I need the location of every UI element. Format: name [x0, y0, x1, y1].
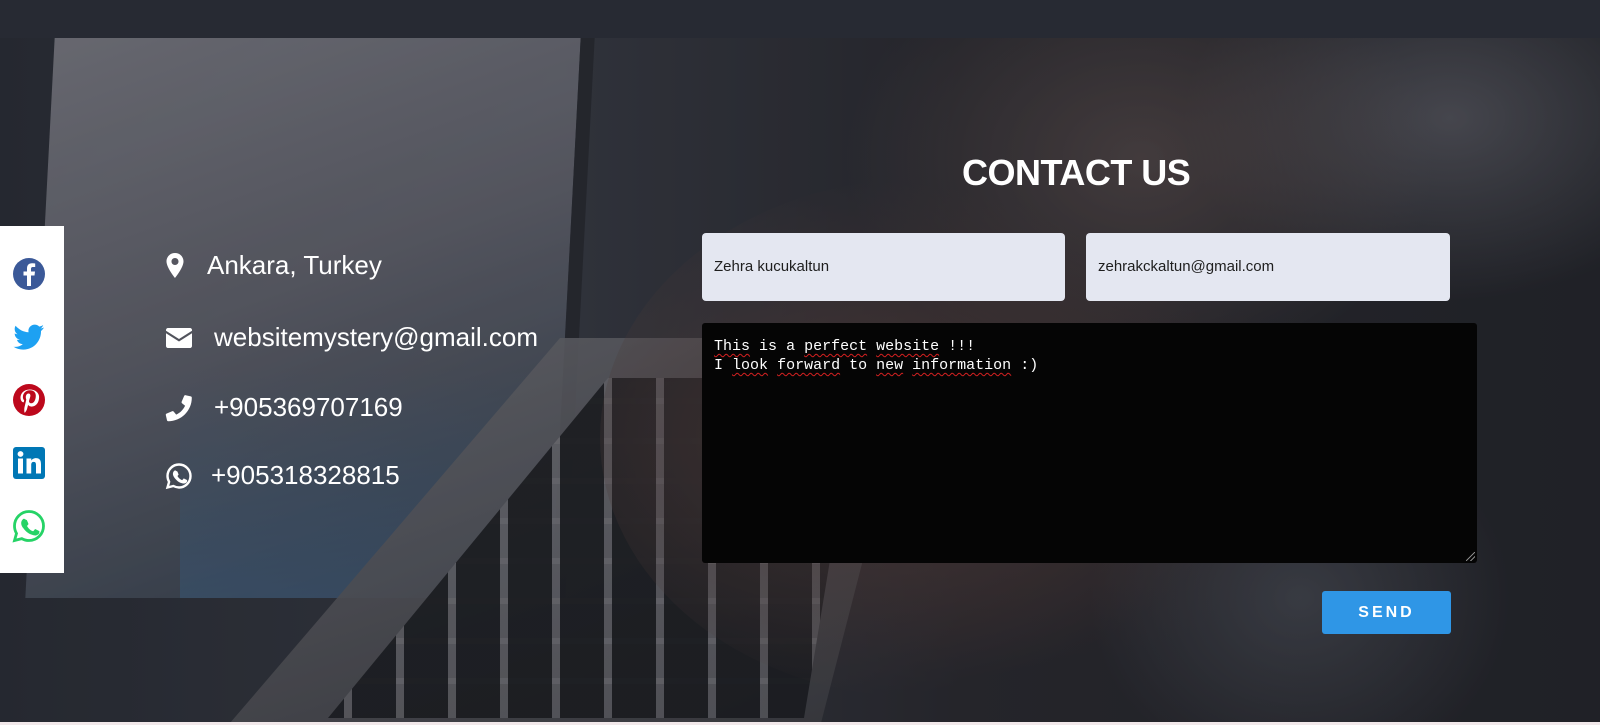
email-input[interactable]: zehrakckaltun@gmail.com: [1086, 233, 1450, 301]
social-share-bar: [0, 226, 64, 573]
location-pin-icon: [166, 252, 184, 278]
phone-icon: [165, 394, 192, 421]
phone-row: +905369707169: [165, 392, 403, 423]
twitter-icon[interactable]: [11, 319, 47, 355]
whatsapp-icon[interactable]: [11, 508, 47, 544]
address-text: Ankara, Turkey: [207, 250, 382, 280]
top-navbar: [0, 0, 1600, 38]
page-title: CONTACT US: [962, 152, 1191, 193]
resize-handle[interactable]: [1466, 552, 1475, 561]
message-line-2: I look forward to new information :): [714, 357, 1039, 374]
whatsapp-row: +905318328815: [165, 460, 400, 491]
linkedin-icon[interactable]: [11, 445, 47, 481]
pinterest-icon[interactable]: [11, 382, 47, 418]
send-button[interactable]: SEND: [1322, 591, 1451, 634]
email-row: websitemystery@gmail.com: [165, 322, 538, 353]
envelope-icon: [166, 327, 192, 348]
email-text[interactable]: websitemystery@gmail.com: [214, 322, 538, 353]
name-input[interactable]: Zehra kucukaltun: [702, 233, 1065, 301]
message-line-1: This is a perfect website !!!: [714, 338, 976, 355]
whatsapp-outline-icon: [165, 462, 192, 489]
phone-text[interactable]: +905369707169: [214, 392, 403, 423]
facebook-icon[interactable]: [11, 256, 47, 292]
whatsapp-text[interactable]: +905318328815: [211, 460, 400, 491]
message-textarea[interactable]: This is a perfect website !!! I look for…: [702, 323, 1477, 563]
address-row: Ankara, Turkey: [165, 250, 382, 281]
